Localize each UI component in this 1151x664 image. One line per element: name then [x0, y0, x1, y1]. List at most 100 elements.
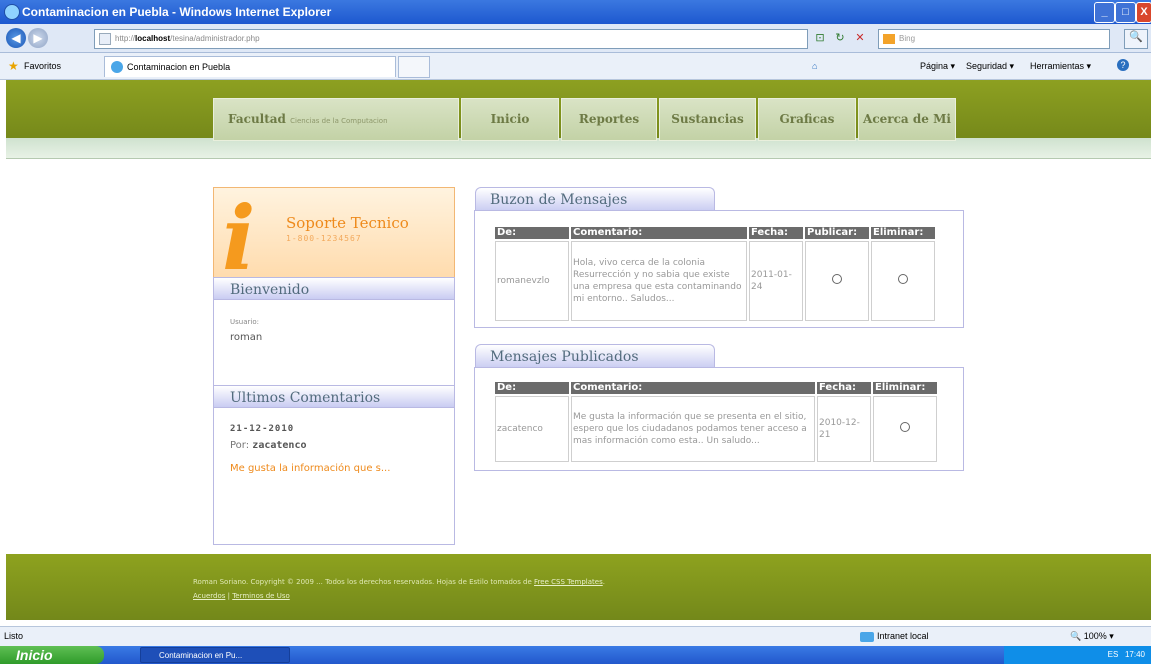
terminos-link[interactable]: Terminos de Uso [232, 592, 290, 600]
user-name: roman [230, 332, 263, 343]
start-button[interactable]: Inicio [0, 646, 104, 664]
comment-author: zacatenco [252, 440, 307, 451]
publicados-panel: De: Comentario: Fecha: Eliminar: zacaten… [474, 367, 964, 471]
nav-sustancias[interactable]: Sustancias [659, 98, 756, 141]
tray-language[interactable]: ES [1108, 650, 1119, 659]
close-button[interactable]: X [1136, 2, 1151, 23]
header-sub-band [6, 138, 1151, 159]
taskbar: Inicio Contaminacion en Pu... ES 17:40 [0, 646, 1151, 664]
taskbar-item-ie[interactable]: Contaminacion en Pu... [140, 647, 290, 663]
window-title: Contaminacion en Puebla - Windows Intern… [22, 5, 332, 19]
comentarios-title: Ultimos Comentarios [214, 386, 454, 408]
publicados-table: De: Comentario: Fecha: Eliminar: zacaten… [493, 380, 939, 464]
bing-logo-icon [883, 33, 895, 44]
url-host: localhost [135, 34, 171, 43]
nav-acerca[interactable]: Acerca de Mi [858, 98, 956, 141]
nav-reportes[interactable]: Reportes [561, 98, 657, 141]
maximize-button[interactable]: □ [1115, 2, 1136, 23]
zoom-control[interactable]: 🔍 100% ▾ [1070, 631, 1114, 642]
eliminar-radio[interactable] [900, 422, 910, 432]
status-text: Listo [4, 631, 24, 641]
buzon-title: Buzon de Mensajes [475, 187, 715, 211]
eliminar-cell [873, 396, 937, 462]
ie-app-icon [4, 4, 20, 20]
publicados-title: Mensajes Publicados [475, 344, 715, 368]
compat-view-icon[interactable]: ⊡ [812, 30, 828, 46]
publicar-radio[interactable] [832, 274, 842, 284]
col-eliminar: Eliminar: [873, 382, 937, 394]
copyright-period: . [602, 578, 605, 586]
comment-author-line: Por: zacatenco [230, 440, 306, 451]
col-publicar: Publicar: [805, 227, 869, 239]
nav-facultad[interactable]: Facultad Ciencias de la Computacion [213, 98, 459, 141]
forward-button[interactable]: ▶ [28, 28, 48, 48]
col-de: De: [495, 382, 569, 394]
zoom-icon: 🔍 [1070, 631, 1082, 641]
col-fecha: Fecha: [749, 227, 803, 239]
table-row: romanevzlo Hola, vivo cerca de la coloni… [495, 241, 935, 321]
eliminar-radio[interactable] [898, 274, 908, 284]
tools-menu[interactable]: Herramientas ▾ [1030, 61, 1091, 72]
page-menu[interactable]: Página ▾ [920, 61, 955, 72]
info-icon: i [222, 186, 256, 290]
row-de: zacatenco [495, 396, 569, 462]
favorites-star-icon[interactable]: ★ [8, 59, 19, 73]
security-zone: Intranet local [860, 631, 929, 642]
nav-inicio[interactable]: Inicio [461, 98, 559, 141]
zone-label: Intranet local [877, 631, 929, 641]
bienvenido-panel: Bienvenido Usuario: roman [213, 277, 455, 387]
status-bar: Listo Intranet local 🔍 100% ▾ [0, 626, 1151, 646]
stop-icon[interactable]: ✕ [852, 30, 868, 46]
col-comentario: Comentario: [571, 227, 747, 239]
minimize-button[interactable]: _ [1094, 2, 1115, 23]
search-icon[interactable]: 🔍 [1124, 29, 1148, 49]
row-comentario: Hola, vivo cerca de la colonia Resurrecc… [571, 241, 747, 321]
search-input[interactable]: Bing [878, 29, 1110, 49]
favorites-bar: ★ Favoritos Contaminacion en Puebla ⌂ Pá… [0, 53, 1151, 80]
buzon-panel: De: Comentario: Fecha: Publicar: Elimina… [474, 210, 964, 328]
address-input[interactable]: http://localhost/tesina/administrador.ph… [94, 29, 808, 49]
security-menu[interactable]: Seguridad ▾ [966, 61, 1014, 72]
intranet-icon [860, 631, 874, 642]
window-title-bar: Contaminacion en Puebla - Windows Intern… [0, 0, 1151, 24]
col-fecha: Fecha: [817, 382, 871, 394]
page-icon [99, 32, 111, 45]
favorites-button[interactable]: Favoritos [24, 61, 61, 71]
col-eliminar: Eliminar: [871, 227, 935, 239]
eliminar-cell [871, 241, 935, 321]
footer-separator: | [227, 592, 230, 600]
home-icon[interactable]: ⌂ [812, 61, 817, 71]
back-button[interactable]: ◀ [6, 28, 26, 48]
publicar-cell [805, 241, 869, 321]
row-comentario: Me gusta la información que se presenta … [571, 396, 815, 462]
site-footer: Roman Soriano. Copyright © 2009 ... Todo… [6, 554, 1151, 620]
row-fecha: 2011-01-24 [749, 241, 803, 321]
row-de: romanevzlo [495, 241, 569, 321]
soporte-phone: 1-800-1234567 [286, 234, 362, 243]
ultimos-comentarios-panel: Ultimos Comentarios 21-12-2010 Por: zaca… [213, 385, 455, 545]
col-comentario: Comentario: [571, 382, 815, 394]
row-fecha: 2010-12-21 [817, 396, 871, 462]
col-de: De: [495, 227, 569, 239]
address-toolbar: ◀ ▶ http://localhost/tesina/administrado… [0, 24, 1151, 53]
facultad-sub: Ciencias de la Computacion [290, 117, 388, 125]
new-tab-button[interactable] [398, 56, 430, 78]
facultad-label: Facultad [228, 112, 286, 126]
comment-text[interactable]: Me gusta la información que s... [230, 460, 442, 477]
buzon-table: De: Comentario: Fecha: Publicar: Elimina… [493, 225, 937, 323]
url-prefix: http:// [115, 34, 136, 43]
zoom-level: 100% [1083, 631, 1107, 641]
bienvenido-title: Bienvenido [214, 278, 454, 300]
help-icon[interactable]: ? [1117, 59, 1129, 71]
nav-graficas[interactable]: Graficas [758, 98, 856, 141]
tab-ie-icon [111, 61, 123, 73]
tab-title: Contaminacion en Puebla [127, 62, 231, 72]
free-css-templates-link[interactable]: Free CSS Templates [534, 578, 603, 586]
search-placeholder: Bing [899, 34, 916, 43]
soporte-tecnico-box: i Soporte Tecnico 1-800-1234567 [213, 187, 455, 291]
refresh-icon[interactable]: ↻ [832, 30, 848, 46]
system-tray: ES 17:40 [1004, 646, 1151, 664]
tray-clock: 17:40 [1124, 650, 1145, 659]
browser-tab[interactable]: Contaminacion en Puebla [104, 56, 396, 77]
acuerdos-link[interactable]: Acuerdos [193, 592, 225, 600]
